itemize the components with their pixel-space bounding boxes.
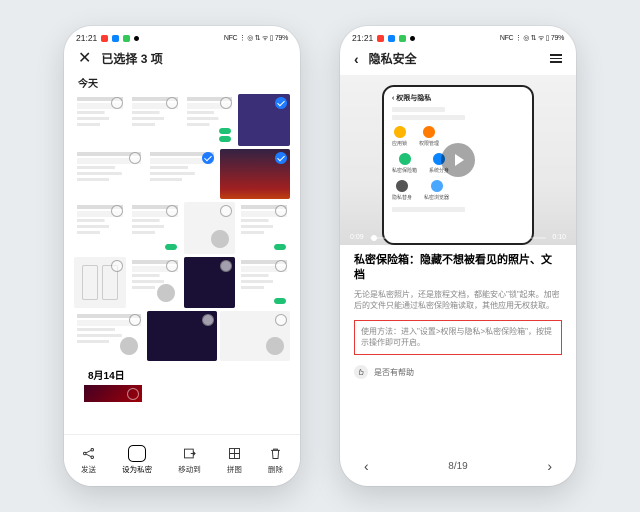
menu-icon[interactable] [550, 54, 562, 63]
article: 私密保险箱：隐藏不想被看见的照片、文档 无论是私密照片，还是旅程文档，都能安心"… [340, 245, 576, 387]
mock-icon-label: 私密浏览器 [424, 194, 449, 201]
collage-button[interactable]: 拼图 [227, 446, 242, 475]
thumb[interactable] [238, 94, 290, 146]
thumb[interactable] [129, 202, 181, 254]
thumb[interactable] [184, 202, 236, 254]
send-button[interactable]: 发送 [81, 446, 96, 475]
thumb[interactable] [74, 257, 126, 309]
status-dot-black [134, 36, 139, 41]
delete-label: 删除 [268, 464, 283, 475]
status-dot-green [123, 35, 130, 42]
prev-icon[interactable]: ‹ [364, 458, 369, 474]
next-icon[interactable]: › [547, 458, 552, 474]
title-bar: ✕ 已选择 3 项 [64, 46, 300, 75]
mock-icon-label: 隐私替身 [392, 194, 412, 201]
thumb[interactable] [74, 202, 126, 254]
status-right: NFC ⋮ ◎ ⇅ ᯤ ▯ 79% [500, 34, 564, 43]
bottom-toolbar: 发送 设为私密 移动到 拼图 删除 [64, 434, 300, 486]
status-dot-blue [388, 35, 395, 42]
status-bar: 21:21 NFC ⋮ ◎ ⇅ ᯤ ▯ 79% [340, 26, 576, 46]
section-aug14: 8月14日 [74, 361, 290, 385]
thumb[interactable] [184, 94, 236, 146]
status-dot-red [377, 35, 384, 42]
thumb[interactable] [74, 149, 144, 199]
thumb[interactable] [220, 149, 290, 199]
status-dot-black [410, 36, 415, 41]
mock-icon-label: 私密保险箱 [392, 167, 417, 174]
selection-title: 已选择 3 项 [101, 50, 162, 67]
section-today: 今天 [64, 75, 300, 94]
thumb-large[interactable] [84, 385, 142, 402]
lock-icon [129, 446, 145, 461]
thumb[interactable] [220, 311, 290, 361]
play-button[interactable] [441, 143, 475, 177]
collage-icon [227, 446, 242, 461]
helpful-row: 是否有帮助 [354, 365, 562, 379]
status-dot-blue [112, 35, 119, 42]
mock-icon-label: 权限管理 [419, 140, 439, 147]
status-bar: 21:21 NFC ⋮ ◎ ⇅ ᯤ ▯ 79% [64, 26, 300, 46]
move-button[interactable]: 移动到 [178, 446, 201, 475]
thumb[interactable] [129, 94, 181, 146]
thumbnail-grid[interactable]: 8月14日 16 张照片 [64, 94, 300, 402]
move-icon [182, 446, 197, 461]
video-progress[interactable]: 0:09 0:10 [340, 234, 576, 245]
pager: ‹ 8/19 › [340, 446, 576, 486]
mock-icon-label: 应用锁 [392, 140, 407, 147]
delete-button[interactable]: 删除 [268, 446, 283, 475]
set-private-button[interactable]: 设为私密 [122, 446, 152, 475]
mock-header: 权限与隐私 [396, 95, 431, 102]
progress-bar[interactable] [370, 237, 547, 239]
phone-right: 21:21 NFC ⋮ ◎ ⇅ ᯤ ▯ 79% ‹ 隐私安全 ‹ 权限与隐私 应… [340, 26, 576, 486]
title-bar: ‹ 隐私安全 [340, 46, 576, 75]
status-right: NFC ⋮ ◎ ⇅ ᯤ ▯ 79% [224, 34, 288, 43]
close-icon[interactable]: ✕ [78, 51, 91, 67]
time-current: 0:09 [350, 234, 364, 241]
send-label: 发送 [81, 464, 96, 475]
usage-box: 使用方法：进入"设置>权限与隐私>私密保险箱"，按提示操作即可开启。 [354, 320, 562, 355]
page-title: 隐私安全 [369, 50, 417, 67]
thumb[interactable] [129, 257, 181, 309]
article-body: 无论是私密照片，还是旅程文档，都能安心"锁"起来。加密后的文件只能通过私密保险箱… [354, 289, 562, 312]
trash-icon [268, 446, 283, 461]
time-total: 0:10 [552, 234, 566, 241]
status-dot-red [101, 35, 108, 42]
collage-label: 拼图 [227, 464, 242, 475]
status-time: 21:21 [76, 33, 97, 43]
thumb[interactable] [147, 311, 217, 361]
thumb[interactable] [74, 311, 144, 361]
thumb[interactable] [238, 257, 290, 309]
thumb[interactable] [238, 202, 290, 254]
thumb[interactable] [147, 149, 217, 199]
thumb[interactable] [74, 94, 126, 146]
page-position: 8/19 [448, 461, 467, 472]
article-heading: 私密保险箱：隐藏不想被看见的照片、文档 [354, 253, 562, 283]
move-label: 移动到 [178, 464, 201, 475]
share-icon [81, 446, 96, 461]
thumb[interactable] [184, 257, 236, 309]
back-icon[interactable]: ‹ [354, 51, 359, 67]
helpful-label: 是否有帮助 [374, 367, 414, 378]
status-time: 21:21 [352, 33, 373, 43]
thumb-up-icon[interactable] [354, 365, 368, 379]
private-label: 设为私密 [122, 464, 152, 475]
status-dot-green [399, 35, 406, 42]
video-hero: ‹ 权限与隐私 应用锁 权限管理 私密保险箱 系统分身 隐私替身 私密浏览器 0… [340, 75, 576, 245]
phone-left: 21:21 NFC ⋮ ◎ ⇅ ᯤ ▯ 79% ✕ 已选择 3 项 今天 [64, 26, 300, 486]
